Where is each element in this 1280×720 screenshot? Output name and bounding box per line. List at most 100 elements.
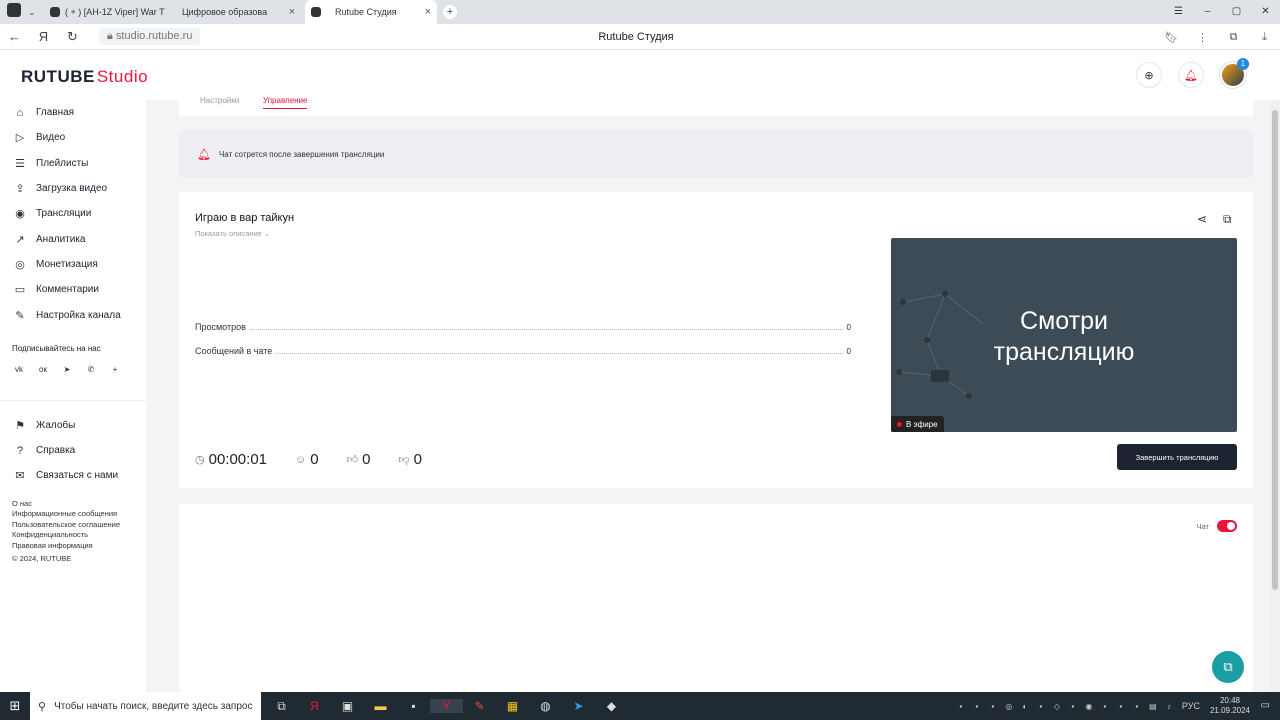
notice-text: Чат сотрется после завершения трансляции <box>218 149 385 159</box>
tab-rutube-studio[interactable]: Rutube Студия × <box>305 0 437 24</box>
file-explorer-icon[interactable]: ▬ <box>364 699 397 713</box>
tab-settings[interactable]: Настройки <box>200 96 239 105</box>
language-indicator[interactable]: РУС <box>1182 701 1200 711</box>
tab-search-icon[interactable]: ☰ <box>1164 0 1193 24</box>
scrollbar-thumb[interactable] <box>1272 110 1278 590</box>
tray-icon[interactable]: ▪ <box>1034 702 1048 711</box>
sidebar-item-comments[interactable]: ▭ Комментарии <box>0 277 146 302</box>
sidebar-item-upload[interactable]: ⇪ Загрузка видео <box>0 176 146 201</box>
divider <box>0 399 146 401</box>
ok-icon[interactable]: ок <box>36 365 50 374</box>
telegram-app-icon[interactable]: ➤ <box>562 699 595 713</box>
roblox-icon[interactable]: ◆ <box>595 699 628 713</box>
minimize-icon[interactable]: – <box>1193 0 1222 24</box>
close-icon[interactable]: × <box>425 6 431 18</box>
sidebar-item-video[interactable]: ▷ Видео <box>0 125 146 150</box>
app-icon[interactable]: ▣ <box>331 699 364 713</box>
app-icon[interactable]: ▪ <box>397 699 430 713</box>
chat-bubble-icon: ⧉ <box>1223 659 1233 674</box>
tray-icon[interactable]: ▪ <box>1130 702 1144 711</box>
notification-center-icon[interactable]: ▭ <box>1261 700 1270 711</box>
tab-list-chevron-icon[interactable]: ⌄ <box>28 7 44 18</box>
end-stream-button[interactable]: Завершить трансляцию <box>1117 444 1237 470</box>
footer-link-privacy[interactable]: Конфиденциальность <box>12 530 146 541</box>
avatar-badge: 1 <box>1237 58 1249 70</box>
stream-preview[interactable]: Смотри трансляцию В эфире <box>891 238 1237 432</box>
windows-start-icon[interactable]: ⊞ <box>0 698 30 714</box>
rutube-studio-logo[interactable]: RUTUBE Studio <box>21 67 148 87</box>
taskbar-search[interactable]: ⚲ Чтобы начать поиск, введите здесь запр… <box>30 692 261 720</box>
open-external-icon[interactable]: ⧉ <box>1223 212 1232 227</box>
stat-chat-messages: Сообщений в чате 0 <box>195 346 851 356</box>
tray-icon[interactable]: ▪ <box>1114 702 1128 711</box>
monetization-icon: ◎ <box>15 258 25 271</box>
stream-title: Играю в вар тайкун <box>195 212 295 224</box>
sidebar-item-analytics[interactable]: ↗ Аналитика <box>0 226 146 251</box>
tray-icon[interactable]: ▪ <box>986 702 1000 711</box>
viber-icon[interactable]: ✆ <box>84 365 98 374</box>
tab-manage[interactable]: Управление <box>263 96 308 109</box>
sidebar-item-broadcasts[interactable]: ◉ Трансляции <box>0 201 146 226</box>
maximize-icon[interactable]: ▢ <box>1222 0 1251 24</box>
app-icon[interactable]: ▦ <box>496 699 529 713</box>
tray-icon[interactable]: ▪ <box>1066 702 1080 711</box>
page-scrollbar[interactable] <box>1270 100 1280 692</box>
tray-icon[interactable]: ◉ <box>1082 702 1096 711</box>
close-icon[interactable]: × <box>289 6 295 18</box>
clock-date: 21.09.2024 <box>1209 706 1250 715</box>
footer-link-info[interactable]: Информационные сообщения <box>12 509 146 520</box>
clock[interactable]: 20:48 21.09.2024 <box>1210 696 1250 716</box>
app-icon[interactable]: ✎ <box>463 699 496 713</box>
footer-link-about[interactable]: О нас <box>12 499 146 510</box>
sidebar-item-complaints[interactable]: ⚑ Жалобы <box>0 413 146 438</box>
likes-value: 0 <box>362 451 371 468</box>
new-tab-icon[interactable]: + <box>443 5 457 19</box>
address-bar: ← Я ↻ 🔒︎ studio.rutube.ru Rutube Студия … <box>0 24 1280 50</box>
tray-icon[interactable]: ▪ <box>1098 702 1112 711</box>
footer-link-legal[interactable]: Правовая информация <box>12 541 146 552</box>
network-icon[interactable]: ▤ <box>1146 702 1160 711</box>
app-icon[interactable]: ◍ <box>529 699 562 713</box>
stat-views: Просмотров 0 <box>195 322 851 332</box>
plus-icon[interactable]: + <box>108 365 122 374</box>
tab-digital-education[interactable]: Цифровое образова × <box>176 0 301 24</box>
dotted-leader <box>249 323 843 330</box>
close-window-icon[interactable]: ✕ <box>1251 0 1280 24</box>
vk-icon[interactable]: vk <box>12 365 26 374</box>
tray-icon[interactable]: ▪ <box>954 702 968 711</box>
task-view-icon[interactable]: ⧉ <box>265 699 298 714</box>
yandex-browser-icon[interactable]: Y <box>430 699 463 713</box>
tray-icon[interactable]: ◐ <box>1018 702 1032 711</box>
metric-viewers: ☺ 0 <box>295 451 319 468</box>
sidebar-item-help[interactable]: ? Справка <box>0 438 146 463</box>
notifications-icon[interactable]: 🔔︎ <box>1178 62 1204 88</box>
browser-menu-icon[interactable] <box>0 2 28 22</box>
sidebar-item-home[interactable]: ⌂ Главная <box>0 100 146 125</box>
telegram-icon[interactable]: ➤ <box>60 365 74 374</box>
tray-icon[interactable]: ◇ <box>1050 702 1064 711</box>
download-icon[interactable]: ⤓ <box>1249 31 1280 44</box>
more-icon[interactable]: ⋮ <box>1187 31 1218 44</box>
footer-link-terms[interactable]: Пользовательское соглашение <box>12 520 146 531</box>
yandex-app-icon[interactable]: Я <box>298 699 331 713</box>
sidebar-item-playlists[interactable]: ☰ Плейлисты <box>0 151 146 176</box>
metric-duration: ◷ 00:00:01 <box>195 451 267 468</box>
preview-text-line2: трансляцию <box>993 338 1135 366</box>
tray-icon[interactable]: ▪ <box>970 702 984 711</box>
support-chat-button[interactable]: ⧉ <box>1212 651 1244 683</box>
chat-toggle[interactable] <box>1217 520 1237 532</box>
sidebar-item-monetization[interactable]: ◎ Монетизация <box>0 252 146 277</box>
add-content-icon[interactable]: ⊕ <box>1136 62 1162 88</box>
windows-taskbar: ⊞ ⚲ Чтобы начать поиск, введите здесь за… <box>0 692 1280 720</box>
avatar[interactable]: 1 <box>1220 58 1249 88</box>
sidebar-item-contact[interactable]: ✉ Связаться с нами <box>0 463 146 488</box>
show-description-link[interactable]: Показать описание ⌄ <box>195 229 270 238</box>
tray-icon[interactable]: ◎ <box>1002 702 1016 711</box>
sidebar-item-channel-settings[interactable]: ✎ Настройка канала <box>0 302 146 327</box>
tab-war-tycoon[interactable]: ( + ) [AH-1Z Viper] War T <box>44 0 176 24</box>
collections-icon[interactable]: ⧉ <box>1218 31 1249 44</box>
dotted-leader <box>276 347 843 354</box>
share-icon[interactable]: ⋖ <box>1197 212 1207 226</box>
volume-icon[interactable]: ♪ <box>1162 702 1176 711</box>
bookmark-icon[interactable]: 🔖︎ <box>1156 31 1187 44</box>
